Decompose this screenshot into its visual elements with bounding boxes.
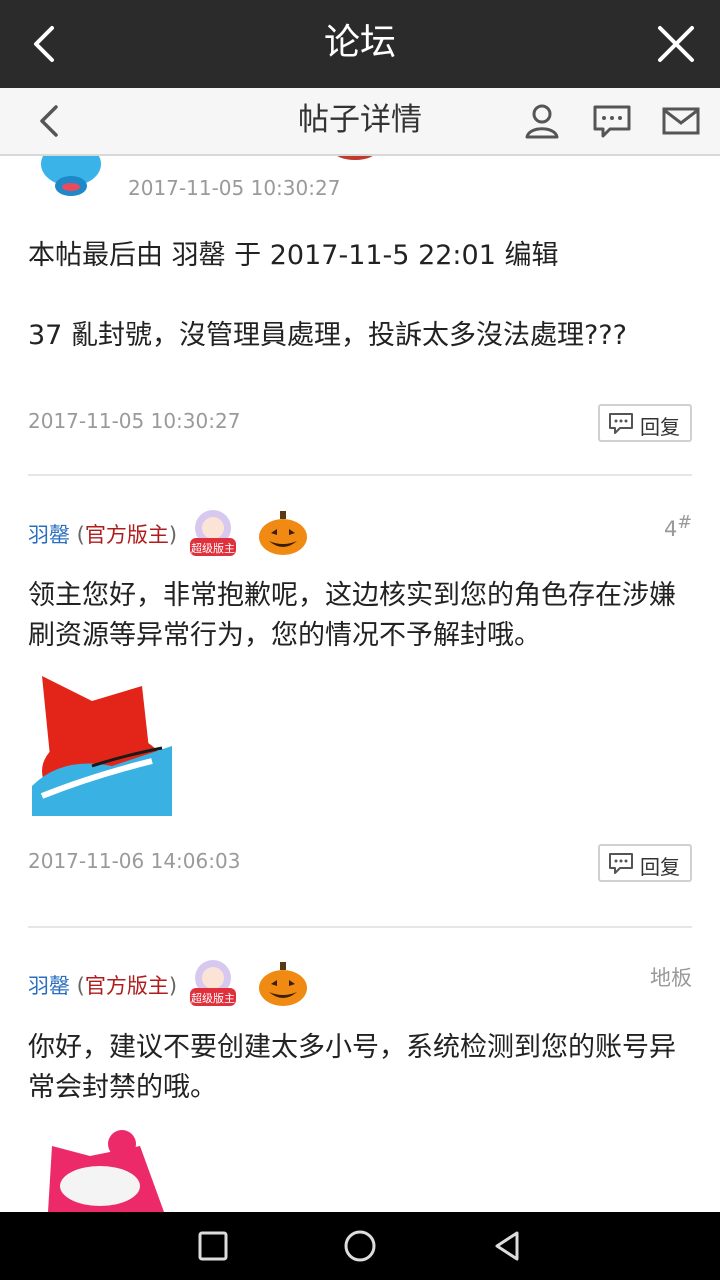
reply-button[interactable]: 回复 xyxy=(598,404,692,442)
reply-button[interactable]: 回复 xyxy=(598,844,692,882)
app-header: 论坛 xyxy=(0,0,720,88)
author-role: 官方版主 xyxy=(84,523,169,547)
author-line: 羽罄 (官方版主) xyxy=(28,523,178,547)
author-name[interactable]: 羽罄 xyxy=(28,523,70,547)
floor-number: 4# xyxy=(663,513,692,541)
author-name[interactable]: 羽罄 xyxy=(28,974,70,998)
mail-icon[interactable] xyxy=(661,102,701,140)
app-title: 论坛 xyxy=(323,22,396,63)
medal-icon xyxy=(337,156,373,160)
nav-back-icon[interactable] xyxy=(489,1228,525,1264)
post-time: 2017-11-06 14:06:03 xyxy=(28,849,241,873)
reply-icon xyxy=(609,853,633,874)
sticker-image xyxy=(32,676,172,816)
author-role: 官方版主 xyxy=(84,974,169,998)
home-icon[interactable] xyxy=(342,1228,378,1264)
post-time-header: 2017-11-05 10:30:27 xyxy=(128,176,341,200)
moderator-badge: 超级版主 xyxy=(190,960,236,1006)
reply-icon xyxy=(609,413,633,434)
badge-text: 超级版主 xyxy=(191,991,235,1005)
post-thread[interactable]: 2017-11-05 10:30:27 本帖最后由 羽罄 于 2017-11-5… xyxy=(0,156,720,1212)
divider xyxy=(28,474,692,476)
user-icon[interactable] xyxy=(522,102,562,140)
pumpkin-icon xyxy=(259,511,307,555)
post-body: 37 亂封號，沒管理員處理，投訴太多沒法處理??? xyxy=(28,320,627,351)
recent-apps-icon[interactable] xyxy=(195,1228,231,1264)
moderator-badge: 超级版主 xyxy=(190,510,236,556)
comment-icon[interactable] xyxy=(592,102,632,140)
post-body: 你好，建议不要创建太多小号，系统检测到您的账号异常会封禁的哦。 xyxy=(28,1032,676,1103)
close-icon[interactable] xyxy=(654,22,698,66)
author-line: 羽罄 (官方版主) xyxy=(28,974,178,998)
reply-label: 回复 xyxy=(640,415,680,439)
post-body: 领主您好，非常抱歉呢，这边核实到您的角色存在涉嫌刷资源等异常行为，您的情况不予解… xyxy=(28,580,676,651)
sub-header: 帖子详情 xyxy=(0,88,720,156)
floor-number: 地板 xyxy=(650,966,692,990)
post-time: 2017-11-05 10:30:27 xyxy=(28,409,241,433)
badge-text: 超级版主 xyxy=(191,541,235,555)
pumpkin-icon xyxy=(259,962,307,1006)
edit-note: 本帖最后由 羽罄 于 2017-11-5 22:01 编辑 xyxy=(28,240,559,271)
sticker-image xyxy=(48,1130,164,1212)
divider xyxy=(28,926,692,928)
reply-label: 回复 xyxy=(640,855,680,879)
system-nav-bar xyxy=(0,1212,720,1280)
user-avatar[interactable] xyxy=(38,156,104,198)
